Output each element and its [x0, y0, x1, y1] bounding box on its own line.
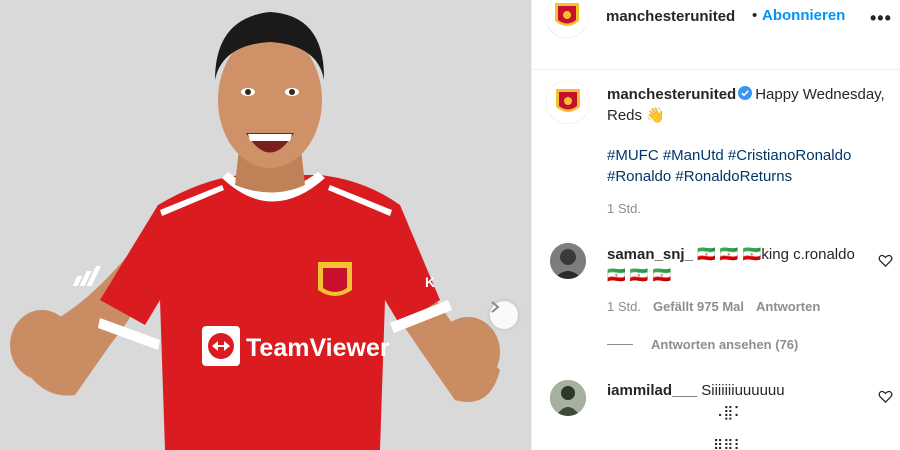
comment-username[interactable]: saman_snj_: [607, 246, 693, 263]
like-heart-icon[interactable]: [878, 253, 893, 268]
reply-button[interactable]: Antworten: [756, 299, 820, 314]
comment-body: saman_snj_ 🇮🇷 🇮🇷 🇮🇷king c.ronaldo🇮🇷 🇮🇷 🇮…: [607, 244, 857, 286]
account-avatar[interactable]: [545, 0, 589, 38]
replies-divider: [607, 344, 633, 345]
club-crest-icon: [555, 3, 579, 26]
caption-username[interactable]: manchesterunited: [607, 86, 736, 103]
club-crest-icon: [318, 262, 352, 296]
comment-text: Siiiiiiiuuuuuu: [701, 382, 785, 399]
hashtag-link[interactable]: #Ronaldo: [607, 168, 671, 185]
sponsor-text: TeamViewer: [246, 334, 390, 362]
verified-badge-icon: [738, 86, 753, 100]
comment-body: iammilad___ Siiiiiiiuuuuuu: [607, 380, 857, 401]
hashtag-link[interactable]: #CristianoRonaldo: [728, 147, 851, 164]
view-replies-button[interactable]: Antworten ansehen (76): [607, 337, 798, 352]
commenter-avatar[interactable]: [550, 243, 586, 279]
club-crest-icon: [556, 89, 580, 112]
chevron-right-icon: [491, 301, 500, 313]
comment-timestamp[interactable]: 1 Std.: [607, 299, 641, 314]
comment-extra-line: ⠠⣿⠅: [713, 404, 744, 420]
header-separator: •: [752, 7, 758, 24]
commenter-avatar[interactable]: [550, 380, 586, 416]
comment-likes[interactable]: Gefällt 975 Mal: [653, 299, 744, 314]
hashtag-link[interactable]: #MUFC: [607, 147, 659, 164]
comment-extra-line: ⠿⠿⠇: [713, 437, 744, 450]
caption-avatar[interactable]: [546, 80, 590, 124]
post-timestamp[interactable]: 1 Std.: [607, 201, 641, 216]
player-photo: TeamViewer K: [0, 0, 531, 450]
comment-meta: 1 Std. Gefällt 975 Mal Antworten: [607, 299, 820, 314]
header-username[interactable]: manchesterunited: [606, 8, 735, 25]
more-options-icon[interactable]: •••: [870, 8, 892, 29]
hashtag-link[interactable]: #RonaldoReturns: [675, 168, 792, 185]
like-heart-icon[interactable]: [878, 389, 893, 404]
comment-username[interactable]: iammilad___: [607, 382, 697, 399]
post-image[interactable]: TeamViewer K: [0, 0, 531, 450]
avatar-photo: [550, 243, 586, 279]
post-caption: manchesterunited Happy Wednesday, Reds 👋: [607, 84, 887, 126]
post-header: manchesterunited • Abonnieren •••: [532, 0, 900, 70]
follow-button[interactable]: Abonnieren: [762, 7, 845, 24]
caption-hashtags: #MUFC #ManUtd #CristianoRonaldo #Ronaldo…: [607, 145, 887, 187]
svg-text:K: K: [425, 274, 435, 290]
hashtag-link[interactable]: #ManUtd: [663, 147, 724, 164]
post-sidebar: manchesterunited • Abonnieren ••• manche…: [531, 0, 900, 450]
view-replies-label: Antworten ansehen (76): [651, 337, 799, 352]
carousel-next-button[interactable]: [490, 301, 518, 329]
avatar-photo: [550, 380, 586, 416]
